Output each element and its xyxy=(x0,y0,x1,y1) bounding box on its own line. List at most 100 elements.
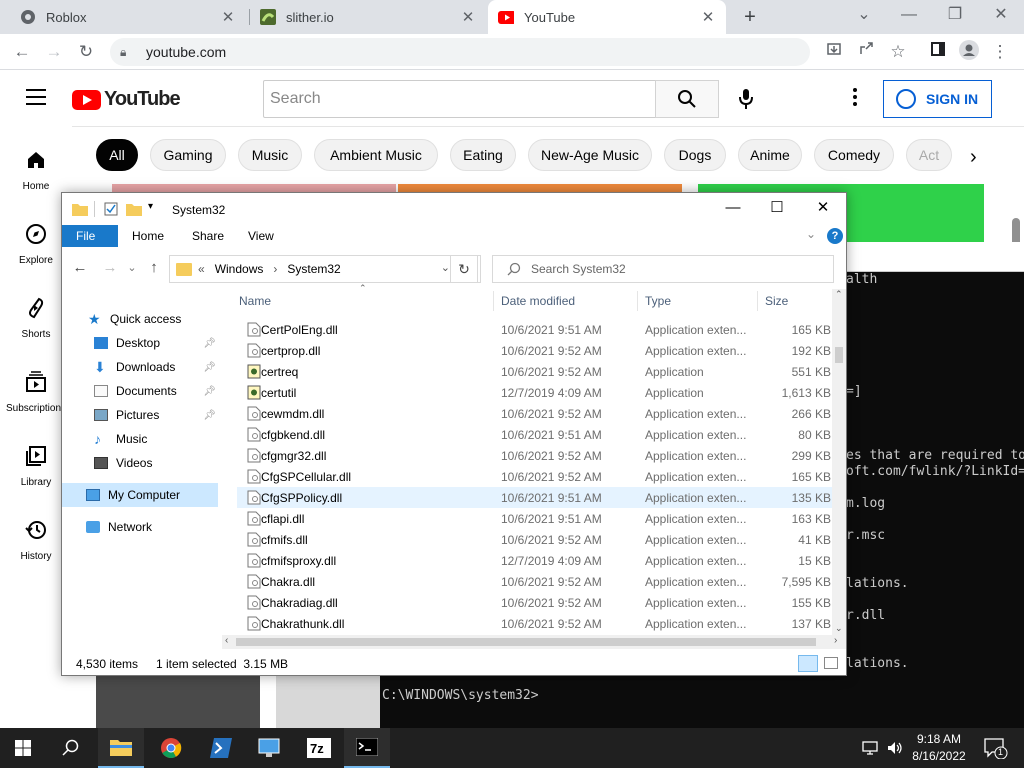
network-status-icon[interactable] xyxy=(862,740,880,759)
chevron-right-icon[interactable]: › xyxy=(970,146,977,169)
new-tab-button[interactable]: + xyxy=(738,4,762,30)
youtube-search-input[interactable]: Search xyxy=(263,80,656,118)
explorer-titlebar[interactable]: ▾ System32 — ☐ ✕ xyxy=(62,193,846,225)
refresh-icon[interactable]: ↻ xyxy=(450,255,478,283)
file-list-horizontal-scrollbar[interactable]: ‹ › xyxy=(222,635,846,649)
column-divider[interactable] xyxy=(757,291,758,311)
nav-videos[interactable]: Videos xyxy=(94,451,220,475)
column-type[interactable]: Type xyxy=(645,289,671,313)
youtube-search-button[interactable] xyxy=(655,80,719,118)
forward-arrow-icon[interactable]: → xyxy=(100,259,120,279)
nav-downloads[interactable]: ⬇ Downloads 📌︎ xyxy=(94,355,220,379)
side-panel-icon[interactable] xyxy=(926,40,950,64)
ribbon-tab-view[interactable]: View xyxy=(234,225,288,247)
notification-center-icon[interactable]: 1 xyxy=(984,737,1008,762)
restore-icon[interactable]: ❐ xyxy=(932,0,978,34)
nav-music[interactable]: ♪ Music xyxy=(94,427,220,451)
ribbon-tab-share[interactable]: Share xyxy=(178,225,238,247)
chip-act[interactable]: Act xyxy=(906,139,952,171)
close-window-icon[interactable]: ✕ xyxy=(800,193,846,225)
nav-quick-access[interactable]: ★ Quick access xyxy=(88,307,246,331)
maximize-icon[interactable]: ☐ xyxy=(754,193,800,225)
file-row[interactable]: certprop.dll 10/6/2021 9:52 AM Application… xyxy=(237,340,833,361)
minimize-icon[interactable]: — xyxy=(886,0,932,34)
column-name[interactable]: Name xyxy=(239,289,271,313)
explorer-search-input[interactable]: Search System32 xyxy=(492,255,834,283)
chip-comedy[interactable]: Comedy xyxy=(814,139,894,171)
file-row[interactable]: Chakra.dll 10/6/2021 9:52 AM Application e… xyxy=(237,571,833,592)
file-row[interactable]: certreq 10/6/2021 9:52 AM Application 551 K… xyxy=(237,361,833,382)
nav-pictures[interactable]: Pictures 📌︎ xyxy=(94,403,220,427)
chip-dogs[interactable]: Dogs xyxy=(664,139,726,171)
tab-slither[interactable]: slither.io ✕ xyxy=(250,0,486,34)
file-explorer-window[interactable]: ▾ System32 — ☐ ✕ File Home Share View ⌄ … xyxy=(61,192,847,676)
nav-network[interactable]: Network xyxy=(86,515,244,539)
file-row[interactable]: cflapi.dll 10/6/2021 9:51 AM Application e… xyxy=(237,508,833,529)
profile-avatar-icon[interactable] xyxy=(957,40,981,64)
chip-new-age-music[interactable]: New-Age Music xyxy=(528,139,652,171)
sign-in-button[interactable]: SIGN IN xyxy=(883,80,992,118)
chevron-down-icon[interactable]: ⌄ xyxy=(841,0,887,34)
scroll-left-icon[interactable]: ‹ xyxy=(225,635,228,646)
scroll-thumb[interactable] xyxy=(835,347,843,363)
chrome-menu-icon[interactable]: ⋮ xyxy=(988,40,1012,64)
start-button[interactable] xyxy=(0,728,46,768)
taskbar-7zip[interactable]: 7z xyxy=(296,728,342,768)
reload-icon[interactable]: ↻ xyxy=(74,40,98,64)
column-date-modified[interactable]: Date modified xyxy=(501,289,575,313)
file-row[interactable]: certutil 12/7/2019 4:09 AM Application 1,61… xyxy=(237,382,833,403)
video-thumbnail[interactable] xyxy=(276,676,380,728)
recent-locations-icon[interactable]: ⌄ xyxy=(122,259,142,279)
nav-documents[interactable]: Documents 📌︎ xyxy=(94,379,220,403)
taskbar-control-panel[interactable] xyxy=(246,728,292,768)
taskbar-command-prompt[interactable] xyxy=(344,728,390,768)
file-list-vertical-scrollbar[interactable]: ⌃ ⌄ xyxy=(832,289,846,635)
bookmark-star-icon[interactable]: ☆ xyxy=(886,40,910,64)
close-tab-icon[interactable]: ✕ xyxy=(220,8,236,26)
chip-eating[interactable]: Eating xyxy=(450,139,516,171)
file-row[interactable]: cfmifs.dll 10/6/2021 9:52 AM Application e… xyxy=(237,529,833,550)
microphone-icon[interactable] xyxy=(736,88,756,110)
file-row[interactable]: CfgSPPolicy.dll 10/6/2021 9:51 AM Applicat… xyxy=(237,487,833,508)
taskbar-file-explorer[interactable] xyxy=(98,728,144,768)
address-dropdown-icon[interactable]: ⌄ xyxy=(441,261,450,274)
video-thumbnail[interactable] xyxy=(96,676,260,728)
chip-music[interactable]: Music xyxy=(238,139,302,171)
breadcrumb-system32[interactable]: System32 xyxy=(287,262,340,276)
guide-home[interactable]: Home xyxy=(0,148,72,192)
scroll-right-icon[interactable]: › xyxy=(834,635,837,646)
column-divider[interactable] xyxy=(637,291,638,311)
address-bar[interactable]: 🔒︎ youtube.com xyxy=(110,38,810,66)
taskbar-search-button[interactable] xyxy=(48,728,94,768)
youtube-logo[interactable]: YouTube xyxy=(72,88,181,111)
file-row[interactable]: CertPolEng.dll 10/6/2021 9:51 AM Applicati… xyxy=(237,319,833,340)
ribbon-tab-file[interactable]: File xyxy=(62,225,118,247)
close-window-icon[interactable]: ✕ xyxy=(978,0,1024,34)
more-options-icon[interactable] xyxy=(852,88,858,108)
scroll-up-icon[interactable]: ⌃ xyxy=(835,289,843,300)
volume-icon[interactable] xyxy=(886,740,904,759)
file-row[interactable]: cfgmgr32.dll 10/6/2021 9:52 AM Application… xyxy=(237,445,833,466)
hamburger-menu-icon[interactable] xyxy=(26,89,46,105)
up-arrow-icon[interactable]: ↑ xyxy=(144,259,164,279)
taskbar-chrome[interactable] xyxy=(148,728,194,768)
video-thumbnail[interactable] xyxy=(398,184,682,192)
back-arrow-icon[interactable]: ← xyxy=(10,40,34,64)
quick-access-dropdown-icon[interactable]: ▾ xyxy=(148,201,153,212)
install-app-icon[interactable] xyxy=(822,40,846,64)
breadcrumb-windows[interactable]: Windows xyxy=(215,262,264,276)
help-icon[interactable]: ? xyxy=(827,228,843,244)
back-arrow-icon[interactable]: ← xyxy=(70,259,90,279)
chip-anime[interactable]: Anime xyxy=(738,139,802,171)
chip-all[interactable]: All xyxy=(96,139,138,171)
nav-desktop[interactable]: Desktop 📌︎ xyxy=(94,331,220,355)
nav-my-computer[interactable]: My Computer xyxy=(62,483,218,507)
minimize-icon[interactable]: — xyxy=(710,193,756,225)
tab-roblox[interactable]: Roblox ✕ xyxy=(10,0,246,34)
explorer-address-bar[interactable]: « Windows › System32 ⌄ xyxy=(169,255,481,283)
file-row[interactable]: cfgbkend.dll 10/6/2021 9:51 AM Application… xyxy=(237,424,833,445)
ribbon-tab-home[interactable]: Home xyxy=(118,225,178,247)
taskbar-clock[interactable]: 9:18 AM 8/16/2022 xyxy=(906,731,972,765)
close-tab-icon[interactable]: ✕ xyxy=(700,8,716,26)
new-folder-icon[interactable] xyxy=(126,202,142,216)
